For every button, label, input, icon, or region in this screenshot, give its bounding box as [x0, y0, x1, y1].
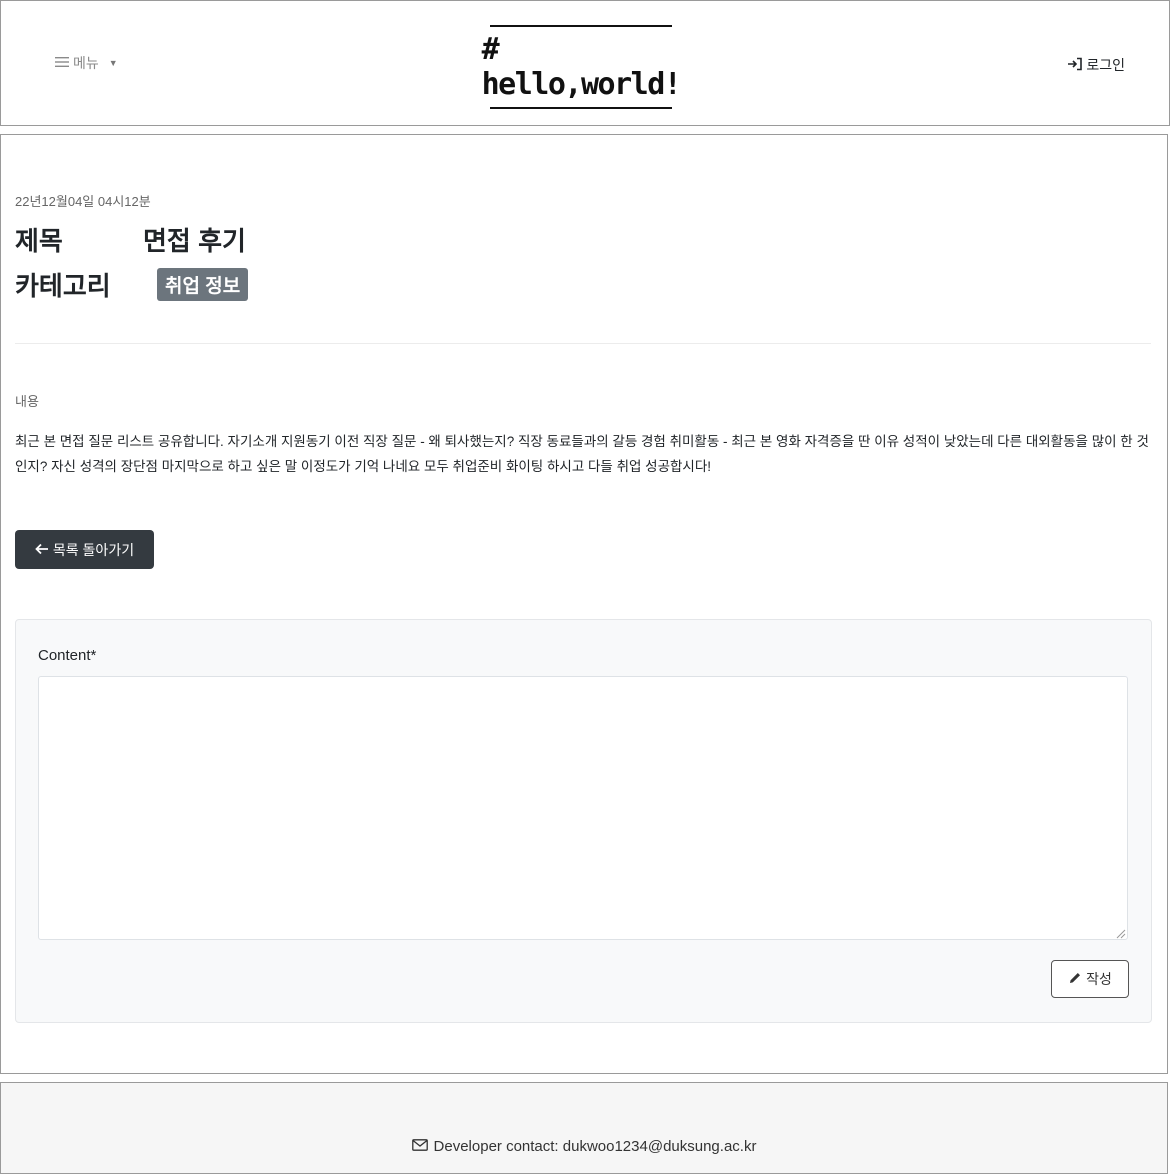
- back-label: 목록 돌아가기: [52, 541, 135, 558]
- post-title: 면접 후기: [143, 226, 246, 256]
- site-footer: Developer contact: dukwoo1234@duksung.ac…: [0, 1082, 1168, 1174]
- footer-contact: Developer contact: dukwoo1234@duksung.ac…: [1, 1138, 1167, 1155]
- submit-label: 작성: [1086, 971, 1112, 987]
- comment-content-textarea[interactable]: [38, 676, 1128, 940]
- box-arrow-in-right-icon: [1067, 57, 1083, 74]
- login-label: 로그인: [1086, 57, 1125, 73]
- content-label: 내용: [15, 394, 39, 409]
- pencil-icon: [1068, 971, 1082, 988]
- logo-text: # hello,world!: [481, 32, 682, 102]
- title-label: 제목: [15, 226, 63, 256]
- category-badge: 취업 정보: [157, 268, 249, 301]
- comment-form: Content* 작성: [15, 619, 1152, 1023]
- site-header: 메뉴 ▼ # hello,world! 로그인: [0, 0, 1170, 126]
- submit-comment-button[interactable]: 작성: [1051, 960, 1129, 998]
- arrow-left-icon: [35, 542, 49, 558]
- post-content: 최근 본 면접 질문 리스트 공유합니다. 자기소개 지원동기 이전 직장 질문…: [15, 434, 1149, 474]
- back-to-list-button[interactable]: 목록 돌아가기: [15, 530, 154, 569]
- contact-text: Developer contact: dukwoo1234@duksung.ac…: [433, 1138, 757, 1155]
- divider: [15, 343, 1151, 344]
- post-title-row: 제목 면접 후기: [15, 221, 246, 258]
- comment-content-label: Content*: [38, 647, 97, 664]
- menu-label: 메뉴: [73, 55, 99, 71]
- envelope-icon: [411, 1138, 428, 1155]
- caret-down-icon: ▼: [108, 58, 118, 68]
- menu-dropdown-button[interactable]: 메뉴 ▼: [55, 53, 118, 73]
- post-date: 22년12월04일 04시12분: [15, 194, 151, 209]
- login-button[interactable]: 로그인: [1067, 55, 1125, 75]
- site-logo[interactable]: # hello,world!: [482, 25, 682, 109]
- post-category-row: 카테고리 취업 정보: [15, 266, 415, 303]
- category-label: 카테고리: [15, 271, 111, 301]
- post-detail: 22년12월04일 04시12분 제목 면접 후기 카테고리 취업 정보 내용 …: [0, 134, 1168, 1074]
- hamburger-icon: [55, 55, 69, 71]
